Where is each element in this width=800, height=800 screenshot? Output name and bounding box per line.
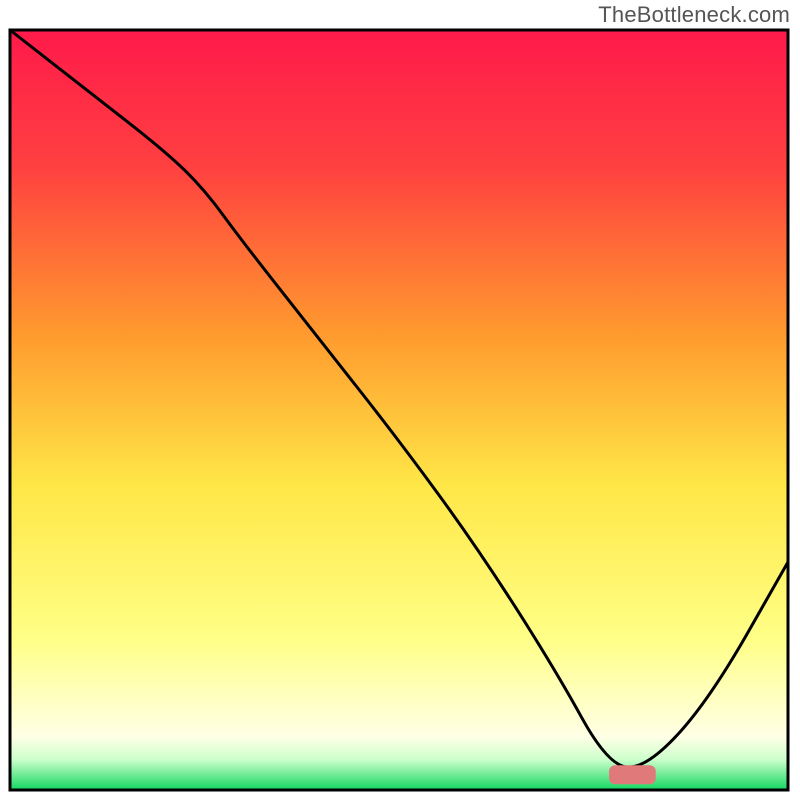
plot-background	[10, 30, 788, 790]
bottleneck-chart	[0, 0, 800, 800]
watermark-label: TheBottleneck.com	[598, 2, 790, 28]
chart-container: TheBottleneck.com	[0, 0, 800, 800]
target-marker	[609, 765, 656, 784]
